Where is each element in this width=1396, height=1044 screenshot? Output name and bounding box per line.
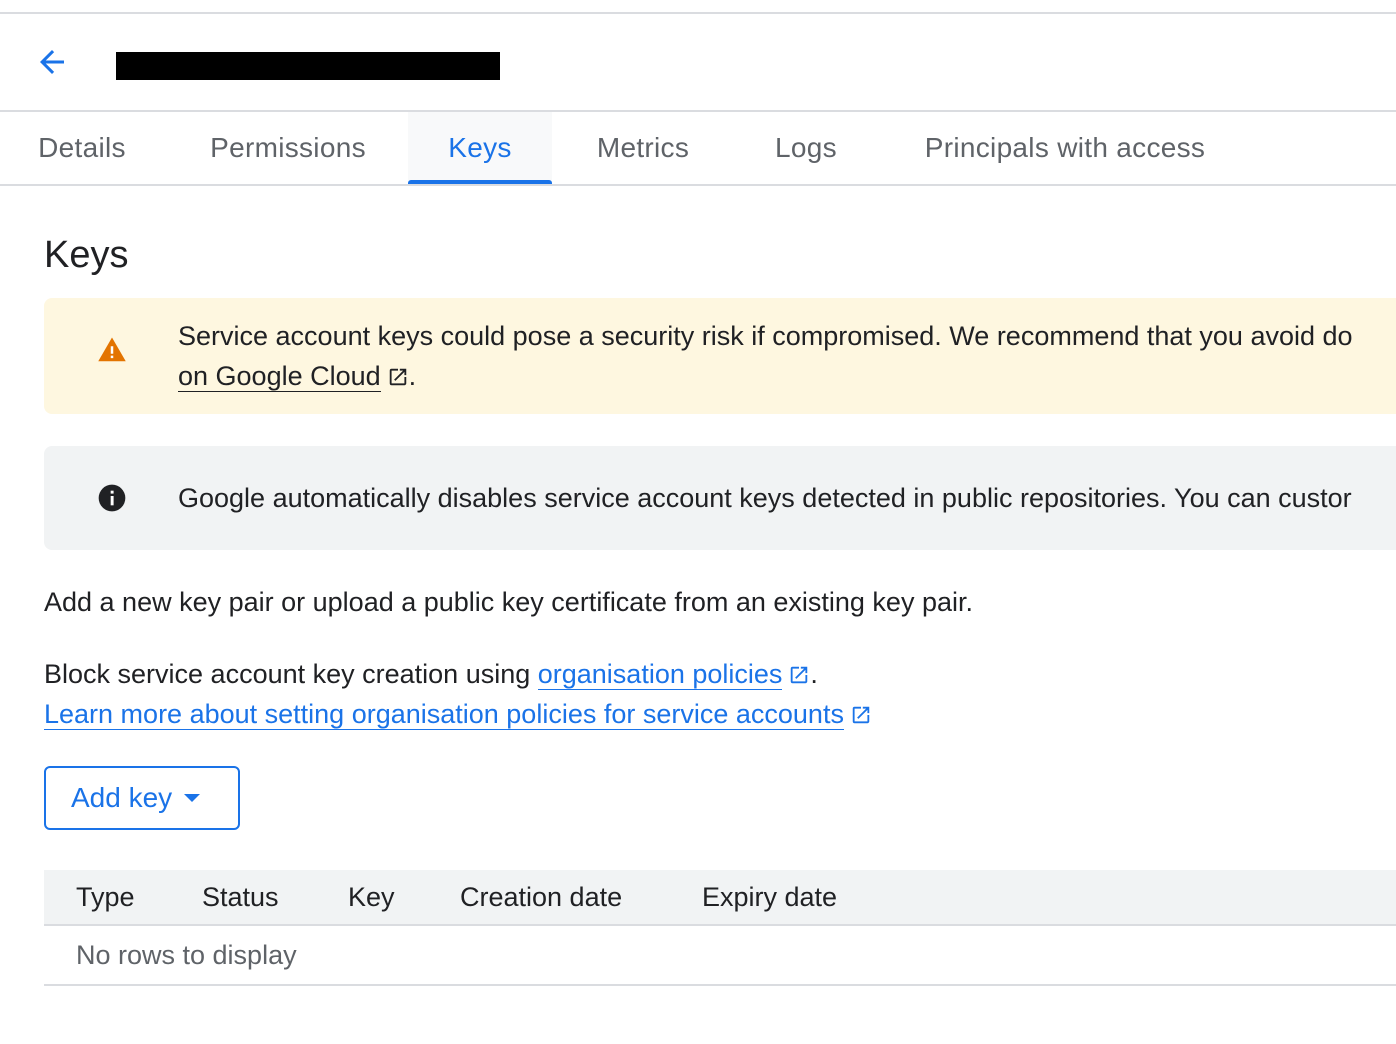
policy-prefix: Block service account key creation using: [44, 659, 538, 689]
arrow-back-icon: [40, 50, 64, 74]
info-message: Google automatically disables service ac…: [178, 483, 1352, 513]
empty-message: No rows to display: [76, 940, 297, 970]
external-link-icon: [389, 368, 406, 386]
tab-keys[interactable]: Keys: [408, 112, 552, 184]
back-button[interactable]: [30, 40, 74, 84]
warning-line-1: Service account keys could pose a securi…: [178, 321, 1353, 351]
column-creation-date[interactable]: Creation date: [460, 882, 622, 913]
tabs-divider: [0, 184, 1396, 186]
tab-bar: Details Permissions Keys Metrics Logs Pr…: [0, 112, 1396, 184]
external-link-icon: [791, 666, 808, 684]
warning-line-2: on Google Cloud.: [178, 356, 1353, 396]
tab-details[interactable]: Details: [0, 112, 164, 184]
table-empty-row: No rows to display: [44, 928, 1396, 986]
column-key[interactable]: Key: [348, 882, 395, 913]
intro-text: Add a new key pair or upload a public ke…: [44, 587, 973, 617]
warning-icon: [94, 332, 130, 368]
policy-line: Block service account key creation using…: [44, 654, 818, 694]
tab-principals-with-access[interactable]: Principals with access: [900, 112, 1230, 184]
column-status[interactable]: Status: [202, 882, 279, 913]
column-type[interactable]: Type: [76, 882, 135, 913]
info-banner: Google automatically disables service ac…: [44, 446, 1396, 550]
warning-suffix: .: [408, 361, 417, 391]
tab-logs[interactable]: Logs: [756, 112, 856, 184]
info-icon: [94, 480, 130, 516]
add-key-label: Add key: [71, 782, 173, 813]
external-link-icon: [852, 706, 870, 724]
learn-more-line: Learn more about setting organisation po…: [44, 694, 872, 734]
google-cloud-link[interactable]: on Google Cloud: [178, 361, 381, 392]
warning-message: Service account keys could pose a securi…: [178, 316, 1353, 396]
policy-suffix: .: [810, 659, 818, 689]
page-title: Keys: [44, 234, 129, 276]
tab-permissions[interactable]: Permissions: [188, 112, 388, 184]
keys-table-header: Type Status Key Creation date Expiry dat…: [44, 870, 1396, 926]
tab-metrics[interactable]: Metrics: [574, 112, 712, 184]
add-key-button[interactable]: Add key: [44, 766, 240, 830]
redacted-service-account-name: [116, 52, 500, 80]
warning-banner: Service account keys could pose a securi…: [44, 298, 1396, 414]
column-expiry-date[interactable]: Expiry date: [702, 882, 837, 913]
page-header: [0, 14, 1396, 110]
learn-more-link[interactable]: Learn more about setting organisation po…: [44, 699, 844, 730]
dropdown-arrow-icon: [184, 794, 201, 802]
organisation-policies-link[interactable]: organisation policies: [537, 659, 783, 690]
